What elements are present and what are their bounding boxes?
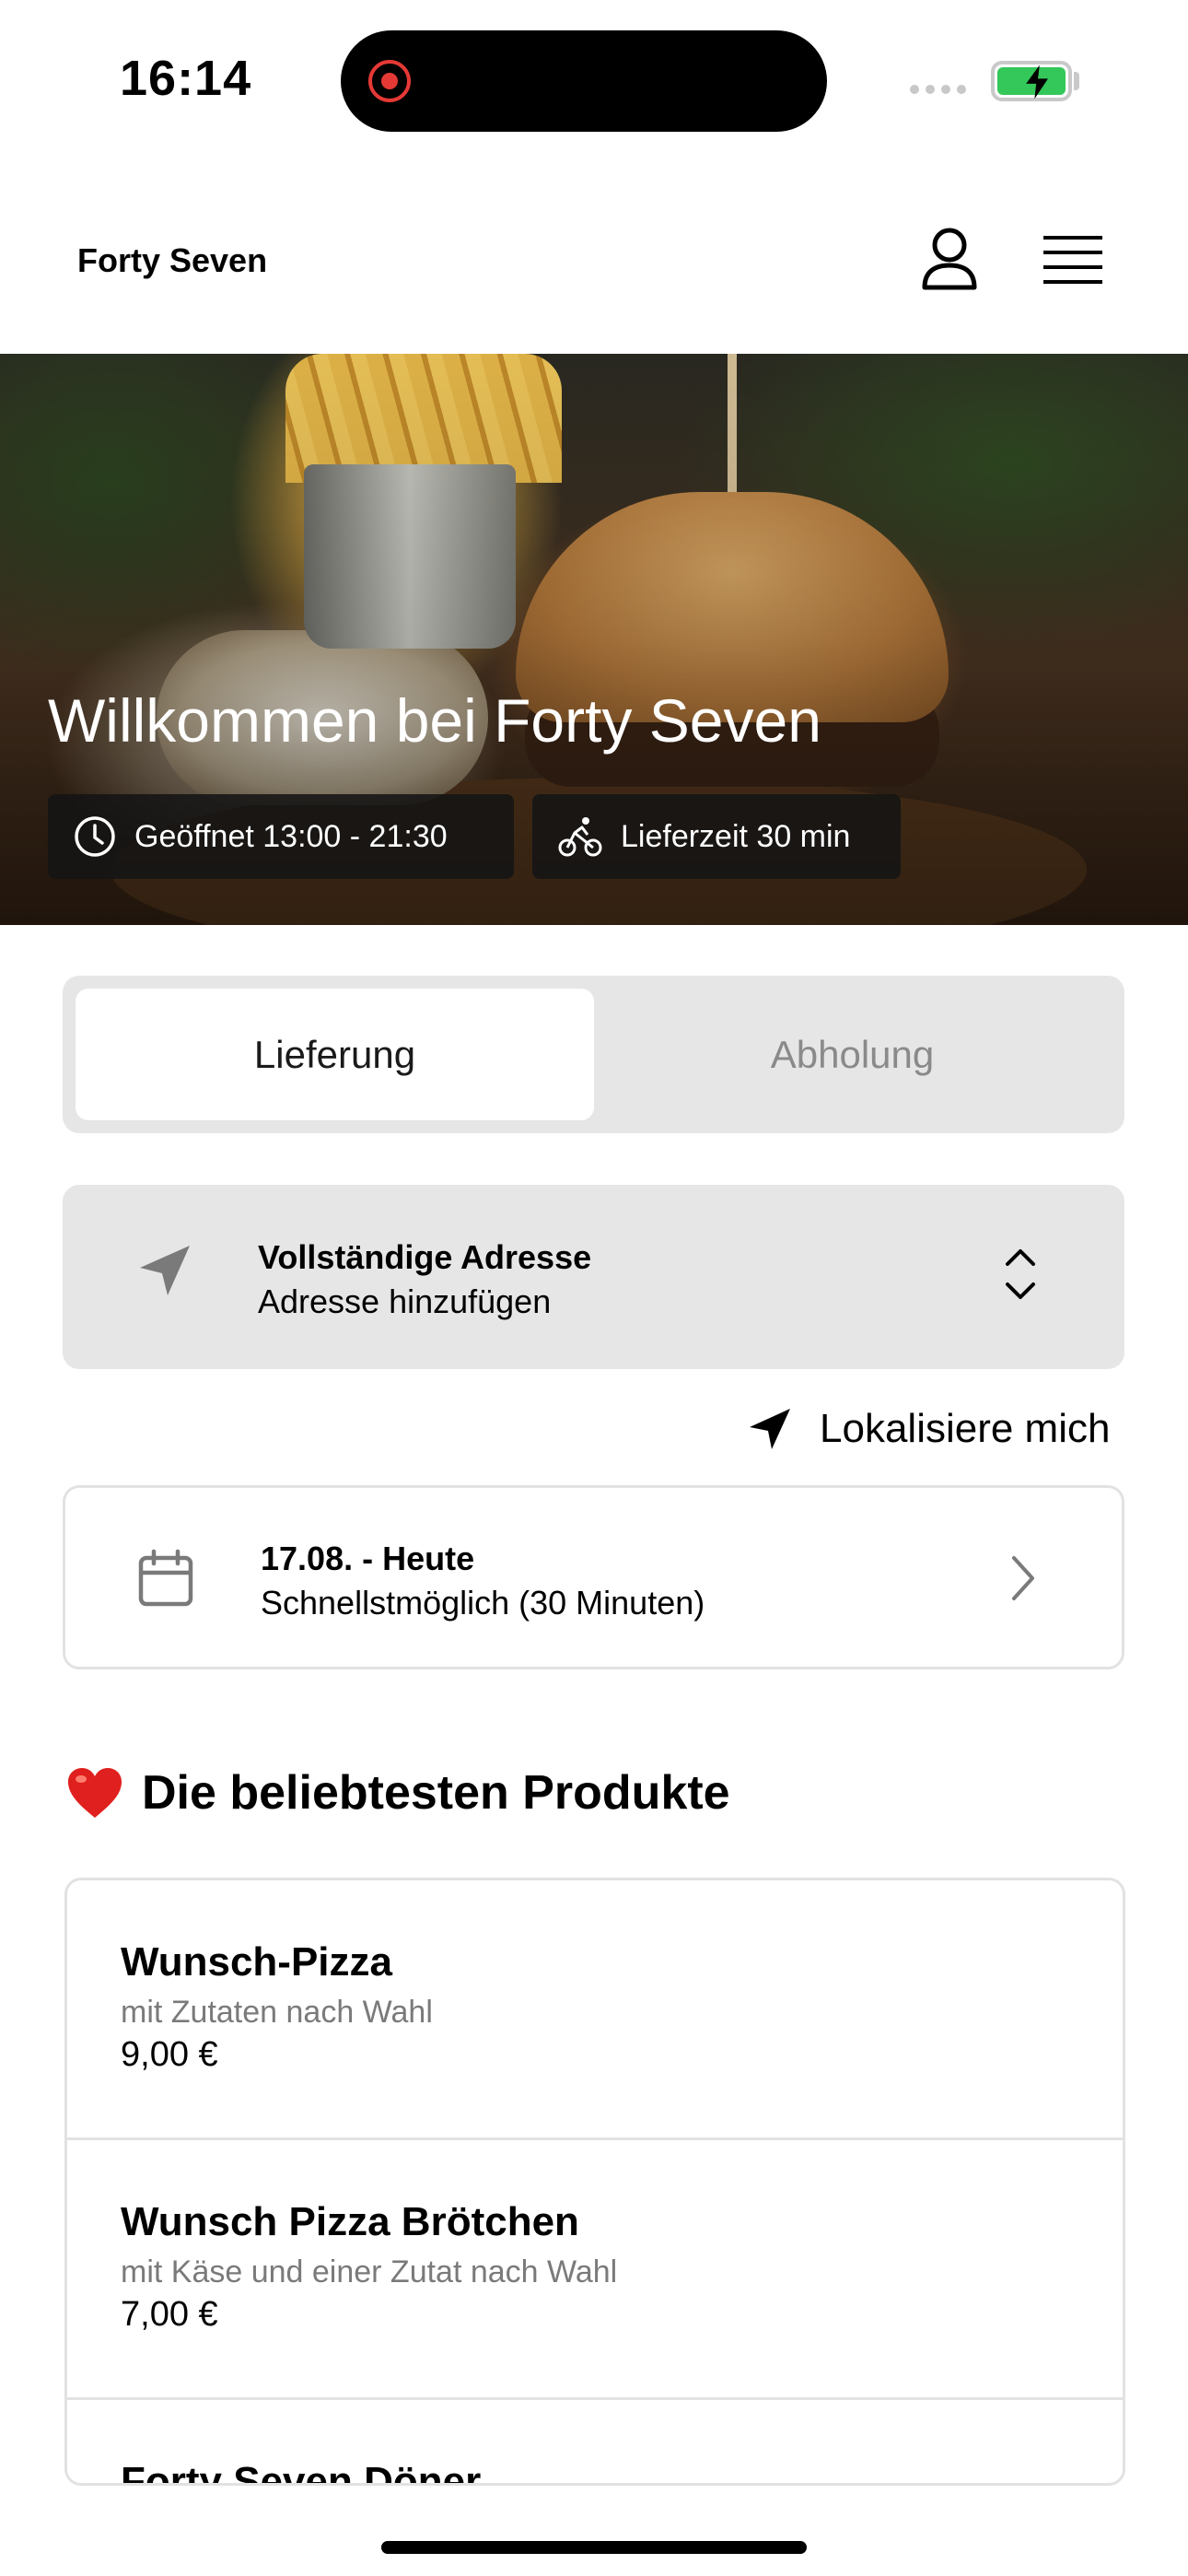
locate-me-button[interactable]: Lokalisiere mich bbox=[748, 1399, 1110, 1459]
product-price: 7,00 € bbox=[121, 2295, 218, 2334]
address-subtitle: Adresse hinzufügen bbox=[258, 1282, 552, 1320]
locate-me-label: Lokalisiere mich bbox=[820, 1406, 1111, 1451]
menu-button[interactable] bbox=[1035, 225, 1111, 295]
heart-icon bbox=[68, 1768, 122, 1818]
order-mode-toggle: Lieferung Abholung bbox=[63, 976, 1124, 1133]
calendar-icon bbox=[138, 1549, 193, 1607]
delivery-time-badge: Lieferzeit 30 min bbox=[532, 794, 901, 879]
product-item[interactable]: Wunsch-Pizza mit Zutaten nach Wahl 9,00 … bbox=[67, 1880, 1123, 2140]
status-time: 16:14 bbox=[120, 51, 252, 106]
tab-pickup[interactable]: Abholung bbox=[593, 989, 1112, 1120]
delivery-time-text: Lieferzeit 30 min bbox=[621, 818, 851, 854]
tab-delivery[interactable]: Lieferung bbox=[76, 989, 594, 1120]
dynamic-island bbox=[341, 30, 827, 132]
account-button[interactable] bbox=[912, 221, 987, 297]
hero-title: Willkommen bei Forty Seven bbox=[48, 686, 821, 755]
opening-hours-badge: Geöffnet 13:00 - 21:30 bbox=[48, 794, 514, 879]
bike-icon bbox=[558, 817, 602, 857]
menu-icon bbox=[1043, 236, 1102, 284]
hero-banner: Willkommen bei Forty Seven Geöffnet 13:0… bbox=[0, 354, 1188, 925]
home-indicator[interactable] bbox=[381, 2541, 807, 2554]
app-header: Forty Seven bbox=[0, 184, 1188, 354]
delivery-time-selector[interactable]: 17.08. - Heute Schnellstmöglich (30 Minu… bbox=[63, 1485, 1124, 1669]
popular-products-list: Wunsch-Pizza mit Zutaten nach Wahl 9,00 … bbox=[64, 1878, 1125, 2486]
location-arrow-icon bbox=[750, 1409, 790, 1449]
brand-name[interactable]: Forty Seven bbox=[77, 241, 267, 280]
clock-icon bbox=[75, 816, 115, 857]
address-selector[interactable]: Vollständige Adresse Adresse hinzufügen bbox=[63, 1185, 1124, 1369]
product-description: mit Zutaten nach Wahl bbox=[121, 1995, 433, 2030]
date-title: 17.08. - Heute bbox=[261, 1540, 475, 1577]
signal-icon bbox=[910, 85, 966, 94]
date-subtitle: Schnellstmöglich (30 Minuten) bbox=[261, 1584, 705, 1622]
product-name: Wunsch-Pizza bbox=[121, 1939, 393, 1985]
product-price: 9,00 € bbox=[121, 2035, 218, 2074]
status-bar: 16:14 bbox=[0, 0, 1188, 157]
opening-hours-text: Geöffnet 13:00 - 21:30 bbox=[134, 818, 448, 854]
chevron-right-icon bbox=[1012, 1556, 1034, 1600]
chevron-up-down-icon bbox=[1006, 1249, 1035, 1299]
user-icon bbox=[922, 228, 977, 290]
product-name: Forty Seven Döner bbox=[121, 2459, 482, 2486]
product-name: Wunsch Pizza Brötchen bbox=[121, 2199, 579, 2244]
product-description: mit Käse und einer Zutat nach Wahl bbox=[121, 2254, 618, 2289]
location-arrow-icon bbox=[140, 1246, 190, 1295]
popular-products-title: Die beliebtesten Produkte bbox=[142, 1766, 730, 1820]
battery-icon bbox=[991, 61, 1072, 101]
address-title: Vollständige Adresse bbox=[258, 1238, 592, 1276]
battery-cap bbox=[1074, 72, 1079, 90]
product-item[interactable]: Forty Seven Döner bbox=[67, 2400, 1123, 2486]
product-item[interactable]: Wunsch Pizza Brötchen mit Käse und einer… bbox=[67, 2140, 1123, 2400]
recording-indicator-icon bbox=[368, 60, 411, 102]
popular-products-heading: Die beliebtesten Produkte bbox=[66, 1765, 730, 1821]
